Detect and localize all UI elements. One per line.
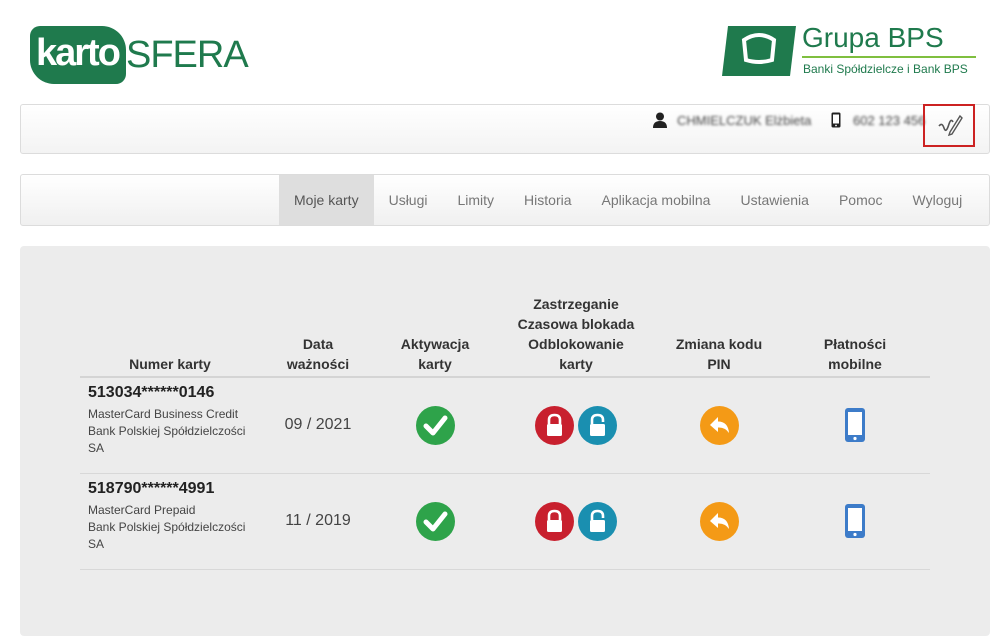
card-cell: 518790******4991 MasterCard Prepaid Bank… xyxy=(80,473,260,570)
table-row: 518790******4991 MasterCard Prepaid Bank… xyxy=(80,473,930,570)
mobile-cell xyxy=(780,473,930,570)
change-pin-button[interactable] xyxy=(699,405,739,445)
activation-cell xyxy=(376,377,494,474)
table-row: 513034******0146 MasterCard Business Cre… xyxy=(80,377,930,474)
activation-check-button[interactable] xyxy=(415,501,455,541)
smartphone-icon[interactable] xyxy=(844,407,866,443)
header-mobile: Płatności mobilne xyxy=(780,294,930,378)
grupa-bps-mark-icon xyxy=(722,26,796,76)
cards-table: Numer karty Data ważności Aktywacja kart… xyxy=(80,294,930,570)
reply-arrow-icon xyxy=(709,512,729,529)
lock-closed-icon xyxy=(547,509,562,532)
grupa-bps-subtitle: Banki Spółdzielcze i Bank BPS xyxy=(803,62,968,76)
header-activation: Aktywacja karty xyxy=(376,294,494,378)
edit-signature-icon xyxy=(938,114,963,137)
header-pin: Zmiana kodu PIN xyxy=(658,294,780,378)
grupa-bps-logo: Grupa BPS Banki Spółdzielcze i Bank BPS xyxy=(722,22,978,80)
lock-open-icon xyxy=(590,509,605,532)
block-card-button[interactable] xyxy=(535,405,574,445)
nav-item-pomoc[interactable]: Pomoc xyxy=(824,175,898,225)
cards-panel: Numer karty Data ważności Aktywacja kart… xyxy=(20,246,990,636)
card-number: 518790******4991 xyxy=(88,479,215,497)
nav-item-moje-karty[interactable]: Moje karty xyxy=(279,175,374,225)
reply-arrow-icon xyxy=(709,416,729,433)
edit-signature-button[interactable] xyxy=(923,104,975,147)
kartosfera-logo: karto SFERA xyxy=(30,20,249,86)
activation-check-button[interactable] xyxy=(415,405,455,445)
validity-cell: 09 / 2021 xyxy=(260,377,376,474)
check-icon xyxy=(423,415,447,436)
nav-item-aplikacja-mobilna[interactable]: Aplikacja mobilna xyxy=(587,175,726,225)
nav-item-uslugi[interactable]: Usługi xyxy=(374,175,443,225)
card-number: 513034******0146 xyxy=(88,384,215,401)
user-name: CHMIELCZUK Elżbieta xyxy=(677,113,812,128)
grupa-bps-title: Grupa BPS xyxy=(802,22,944,53)
mobile-cell xyxy=(780,377,930,474)
lock-open-icon xyxy=(590,413,605,436)
nav-item-historia[interactable]: Historia xyxy=(509,175,586,225)
unblock-card-button[interactable] xyxy=(578,501,617,541)
pin-cell xyxy=(658,473,780,570)
kartosfera-logo-karto: karto xyxy=(36,32,121,74)
lock-closed-icon xyxy=(547,413,562,436)
header-validity: Data ważności xyxy=(260,294,376,378)
card-validity: 09 / 2021 xyxy=(284,416,352,434)
person-icon xyxy=(653,112,667,128)
activation-cell xyxy=(376,473,494,570)
change-pin-button[interactable] xyxy=(699,501,739,541)
block-cell xyxy=(494,473,658,570)
validity-cell: 11 / 2019 xyxy=(260,473,376,570)
user-phone: 602 123 456 xyxy=(853,113,926,128)
block-cell xyxy=(494,377,658,474)
user-bar: CHMIELCZUK Elżbieta 602 123 456 xyxy=(20,104,990,154)
header-card-number: Numer karty xyxy=(80,294,260,378)
nav-item-wyloguj[interactable]: Wyloguj xyxy=(898,175,978,225)
block-card-button[interactable] xyxy=(535,501,574,541)
nav-item-ustawienia[interactable]: Ustawienia xyxy=(725,175,823,225)
nav-item-limity[interactable]: Limity xyxy=(442,175,509,225)
kartosfera-logo-sfera: SFERA xyxy=(126,34,249,76)
grupa-bps-divider xyxy=(802,56,976,58)
card-description: MasterCard Business Credit Bank Polskiej… xyxy=(88,407,246,455)
smartphone-icon[interactable] xyxy=(844,503,866,539)
check-icon xyxy=(423,511,447,531)
unblock-card-button[interactable] xyxy=(578,405,617,445)
card-validity: 11 / 2019 xyxy=(285,512,351,529)
header-block: Zastrzeganie Czasowa blokada Odblokowani… xyxy=(494,294,658,378)
main-nav: Moje karty Usługi Limity Historia Aplika… xyxy=(20,174,990,226)
table-header-row: Numer karty Data ważności Aktywacja kart… xyxy=(80,294,930,378)
card-cell: 513034******0146 MasterCard Business Cre… xyxy=(80,377,260,474)
pin-cell xyxy=(658,377,780,474)
phone-icon xyxy=(831,112,841,128)
card-description: MasterCard Prepaid Bank Polskiej Spółdzi… xyxy=(88,502,246,551)
